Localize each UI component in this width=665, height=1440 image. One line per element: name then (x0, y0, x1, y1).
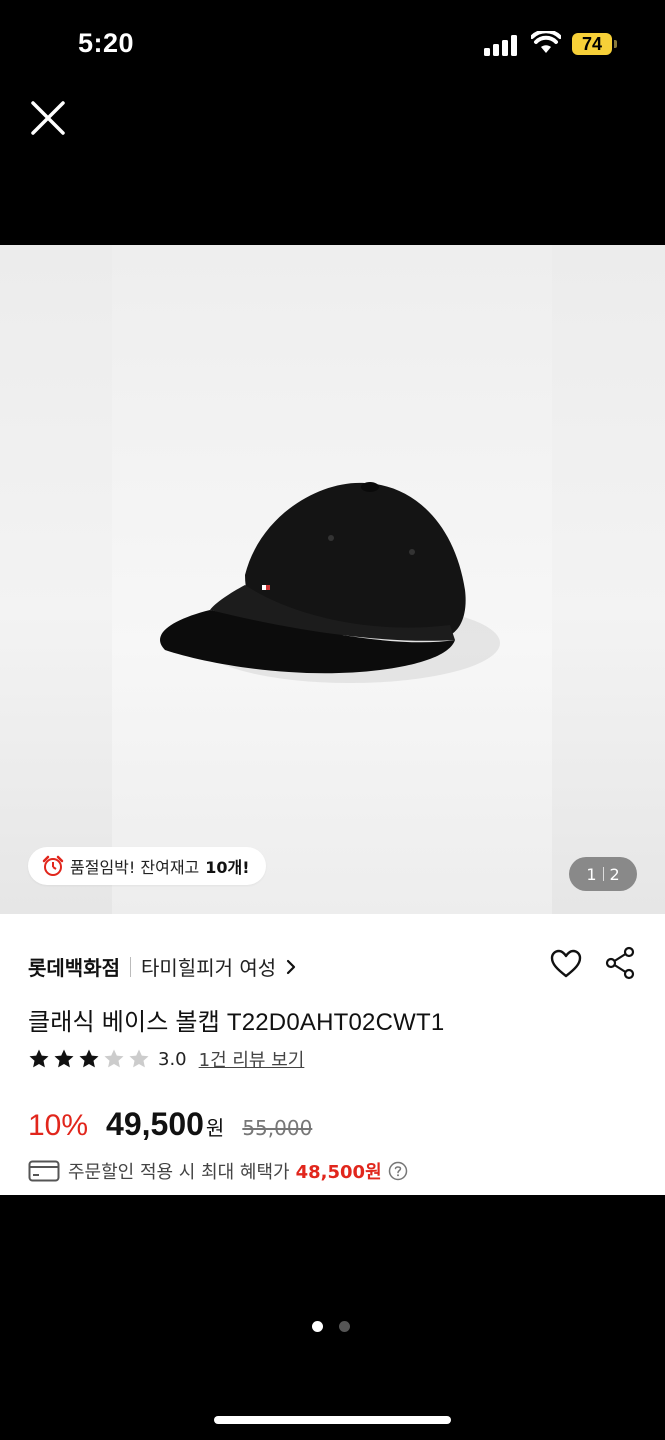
original-price: 55,000 (242, 1116, 313, 1140)
battery-icon: 74 (572, 33, 617, 57)
star-filled-icon (29, 1049, 49, 1068)
alarm-clock-icon (42, 855, 64, 876)
brand-row[interactable]: 롯데백화점 타미힐피거 여성 (28, 952, 298, 981)
status-time: 5:20 (78, 28, 135, 58)
product-image-gallery[interactable]: 품절임박! 잔여재고 10개! 1 2 (0, 245, 665, 914)
star-filled-icon (79, 1049, 99, 1068)
carousel-dots[interactable] (312, 1321, 350, 1332)
star-rating (28, 1048, 150, 1070)
rating-row: 3.0 1건 리뷰 보기 (28, 1046, 304, 1072)
image-page-indicator: 1 2 (569, 857, 637, 891)
product-info-panel: 롯데백화점 타미힐피거 여성 클래식 베이스 볼캡 T22D0AHT02CWT1… (0, 914, 665, 1195)
rating-value: 3.0 (158, 1048, 187, 1070)
carousel-dot[interactable] (312, 1321, 323, 1332)
battery-level: 74 (572, 33, 612, 55)
seller-name[interactable]: 타미힐피거 여성 (141, 952, 276, 981)
brand-name[interactable]: 롯데백화점 (28, 952, 120, 981)
benefit-price: 48,500원 (295, 1162, 382, 1183)
review-link[interactable]: 1건 리뷰 보기 (199, 1046, 305, 1072)
share-icon[interactable] (604, 946, 636, 980)
status-bar: 5:20 74 (0, 0, 665, 90)
star-empty-icon (129, 1049, 149, 1068)
product-image-cap (160, 482, 500, 683)
low-stock-count: 10개! (205, 858, 250, 877)
sale-price: 49,500 (106, 1106, 204, 1142)
currency-unit: 원 (205, 1116, 225, 1140)
price-row: 10% 49,500 원 55,000 (28, 1106, 312, 1143)
low-stock-badge: 품절임박! 잔여재고 10개! (28, 847, 266, 885)
home-indicator[interactable] (214, 1416, 451, 1424)
page-current: 1 (586, 864, 597, 884)
benefit-text: 주문할인 적용 시 최대 혜택가 (68, 1162, 290, 1183)
low-stock-text: 품절임박! 잔여재고 (70, 858, 200, 877)
carousel-dot[interactable] (339, 1321, 350, 1332)
star-filled-icon (54, 1049, 74, 1068)
heart-icon[interactable] (549, 948, 583, 980)
credit-card-icon (28, 1160, 60, 1182)
help-icon[interactable] (388, 1161, 408, 1181)
wifi-icon (531, 31, 561, 53)
star-empty-icon (104, 1049, 124, 1068)
divider (130, 956, 131, 977)
chevron-right-icon[interactable] (284, 959, 298, 975)
benefit-row: 주문할인 적용 시 최대 혜택가 48,500원 (28, 1158, 408, 1184)
product-title: 클래식 베이스 볼캡 T22D0AHT02CWT1 (28, 1009, 445, 1036)
close-icon[interactable] (28, 98, 68, 138)
discount-rate: 10% (28, 1109, 89, 1142)
cellular-signal-icon (484, 34, 520, 56)
page-total: 2 (609, 864, 620, 884)
